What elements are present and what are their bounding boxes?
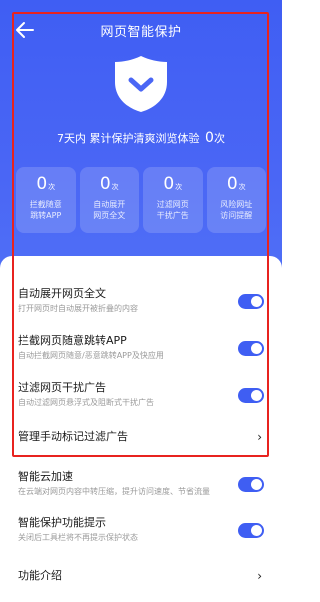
setting-block-app-jump: 拦截网页随意跳转APP 自动拦截网页随意/恶意跳转APP及快应用	[18, 333, 264, 362]
chevron-right-icon: ›	[257, 430, 262, 444]
stat-value: 0	[36, 174, 48, 194]
page-title: 网页智能保护	[100, 25, 182, 40]
cloud-acceleration-toggle[interactable]	[238, 477, 264, 492]
page: 网页智能保护 7天内 累计保护清爽浏览体验 0次 0次 拦截随意 跳转APP 0次…	[0, 0, 282, 602]
setting-protection-tips: 智能保护功能提示 关闭后工具栏将不再提示保护状态	[18, 515, 264, 544]
setting-title: 智能保护功能提示	[18, 516, 106, 529]
setting-feature-intro[interactable]: 功能介绍 ›	[18, 568, 264, 584]
setting-title: 功能介绍	[18, 569, 62, 582]
chevron-right-icon: ›	[257, 569, 262, 583]
setting-title: 拦截网页随意跳转APP	[18, 334, 127, 347]
stat-label: 自动展开 网页全文	[93, 200, 126, 220]
stat-value: 0	[163, 174, 175, 194]
setting-desc: 自动过滤网页悬浮式及阻断式干扰广告	[18, 398, 154, 407]
toggle-knob	[251, 390, 262, 401]
stat-value: 0	[99, 174, 111, 194]
stat-unit: 次	[238, 183, 246, 191]
setting-desc: 关闭后工具栏将不再提示保护状态	[18, 533, 138, 542]
top-bar: 网页智能保护	[0, 18, 282, 42]
toggle-knob	[251, 479, 262, 490]
setting-title: 自动展开网页全文	[18, 287, 106, 300]
stat-card-risk-url: 0次 风险网址 访问提醒	[206, 167, 266, 233]
setting-filter-ads: 过滤网页干扰广告 自动过滤网页悬浮式及阻断式干扰广告	[18, 380, 264, 409]
stat-card-expand-page: 0次 自动展开 网页全文	[79, 167, 139, 233]
block-app-jump-toggle[interactable]	[238, 341, 264, 356]
stat-unit: 次	[175, 183, 183, 191]
protection-tips-toggle[interactable]	[238, 523, 264, 538]
stat-value: 0	[226, 174, 238, 194]
setting-desc: 自动拦截网页随意/恶意跳转APP及快应用	[18, 351, 164, 360]
setting-title: 管理手动标记过滤广告	[18, 430, 128, 443]
toggle-knob	[251, 296, 262, 307]
shield-icon	[115, 56, 167, 112]
stat-unit: 次	[111, 183, 119, 191]
settings-sheet: 自动展开网页全文 打开网页时自动展开被折叠的内容 拦截网页随意跳转APP 自动拦…	[0, 256, 282, 602]
filter-ads-toggle[interactable]	[238, 388, 264, 403]
stat-cards: 0次 拦截随意 跳转APP 0次 自动展开 网页全文 0次 过滤网页 干扰广告 0次 …	[16, 167, 266, 233]
setting-cloud-acceleration: 智能云加速 在云端对网页内容中转压缩，提升访问速度、节省流量	[18, 469, 264, 498]
protection-summary: 7天内 累计保护清爽浏览体验 0次	[0, 130, 282, 146]
stat-card-filter-ads: 0次 过滤网页 干扰广告	[143, 167, 203, 233]
auto-expand-toggle[interactable]	[238, 294, 264, 309]
stat-label: 过滤网页 干扰广告	[156, 200, 189, 220]
setting-title: 智能云加速	[18, 470, 73, 483]
setting-title: 过滤网页干扰广告	[18, 381, 106, 394]
hero-header: 网页智能保护 7天内 累计保护清爽浏览体验 0次 0次 拦截随意 跳转APP 0次…	[0, 0, 282, 290]
summary-unit: 次	[213, 132, 225, 145]
toggle-knob	[251, 343, 262, 354]
stat-card-app-jump: 0次 拦截随意 跳转APP	[16, 167, 76, 233]
stat-unit: 次	[48, 183, 56, 191]
summary-count: 0	[205, 130, 214, 146]
setting-manage-marked-ads[interactable]: 管理手动标记过滤广告 ›	[18, 429, 264, 445]
toggle-knob	[251, 525, 262, 536]
stat-label: 拦截随意 跳转APP	[29, 200, 62, 220]
setting-desc: 在云端对网页内容中转压缩，提升访问速度、节省流量	[18, 487, 210, 496]
stat-label: 风险网址 访问提醒	[220, 200, 253, 220]
setting-auto-expand: 自动展开网页全文 打开网页时自动展开被折叠的内容	[18, 286, 264, 315]
summary-text: 7天内 累计保护清爽浏览体验	[57, 132, 200, 145]
setting-desc: 打开网页时自动展开被折叠的内容	[18, 304, 138, 313]
